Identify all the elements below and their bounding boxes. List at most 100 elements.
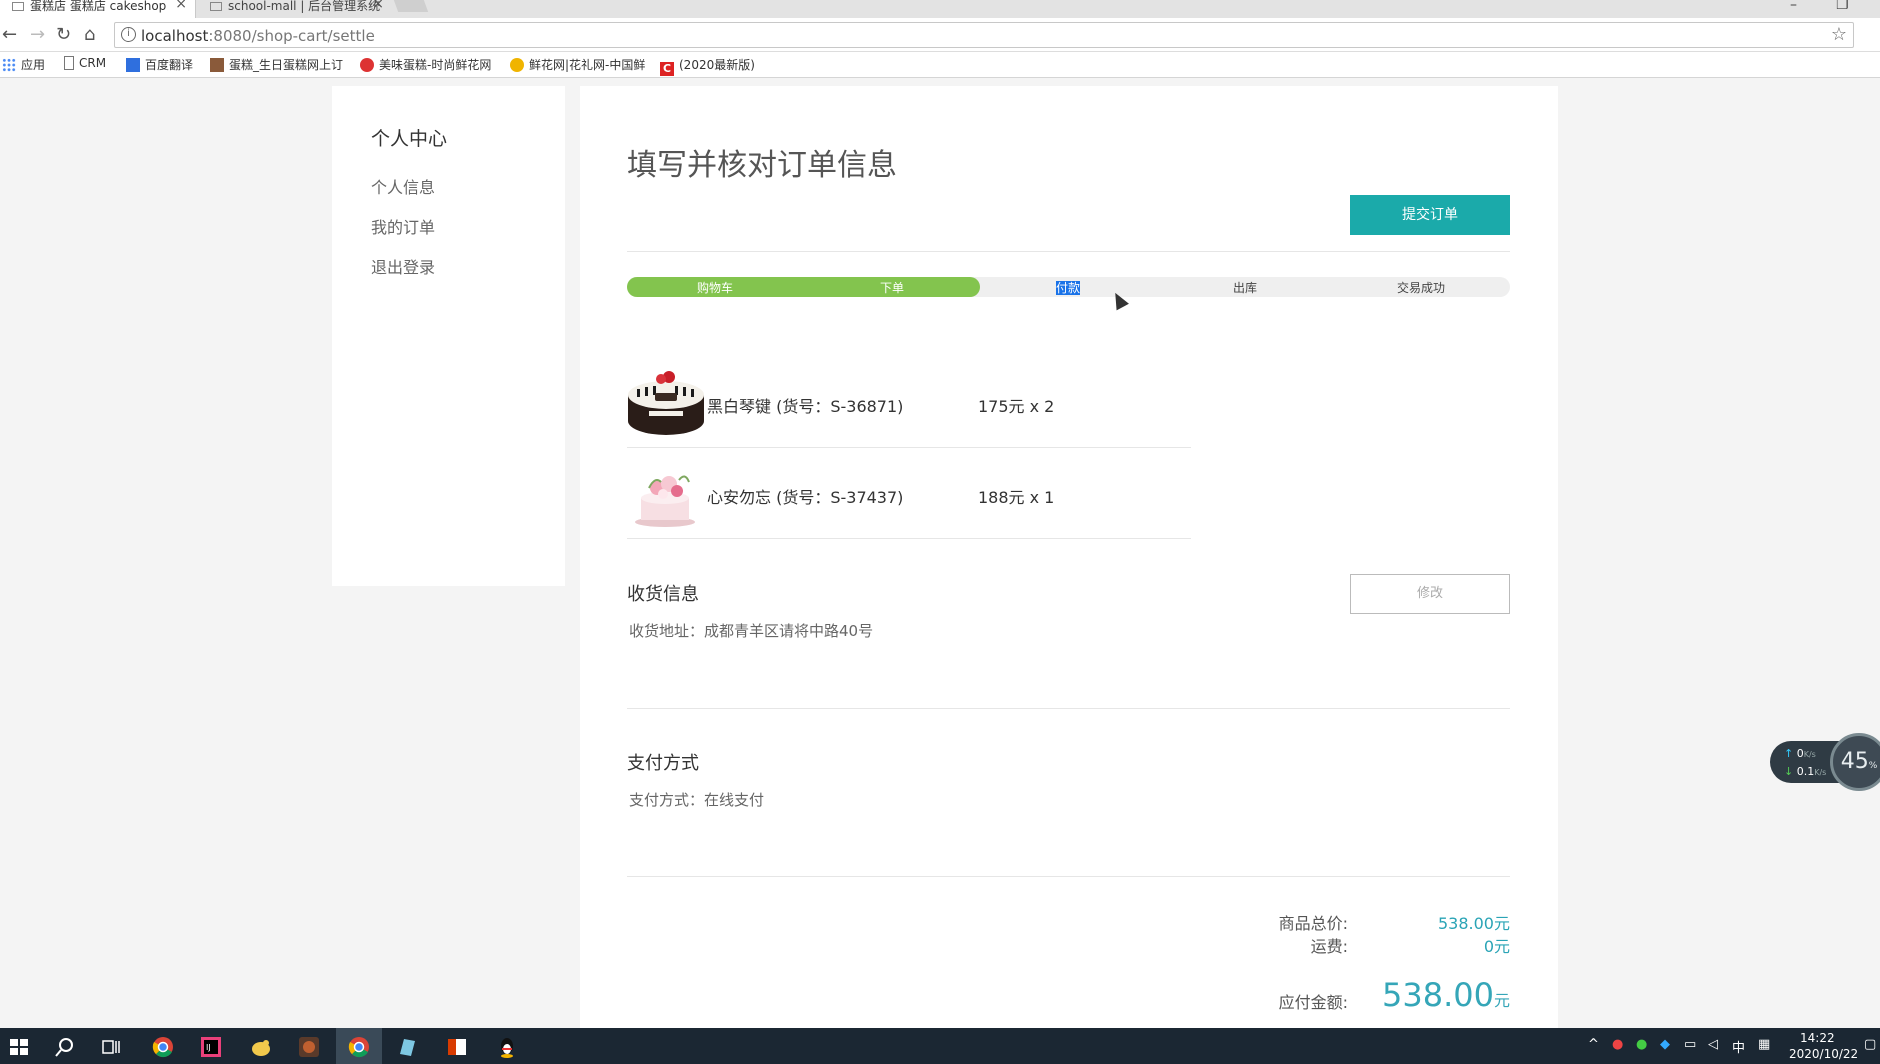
item-price-qty: 188元 x 1 xyxy=(978,488,1055,507)
divider xyxy=(627,708,1510,709)
shipping-fee-label: 运费: xyxy=(1310,937,1348,956)
keyboard-tray-icon[interactable]: ▦ xyxy=(1758,1037,1770,1052)
divider xyxy=(627,876,1510,877)
svg-text:IJ: IJ xyxy=(206,1043,211,1052)
bookmark-flower-cake[interactable]: 美味蛋糕-时尚鲜花网 xyxy=(360,56,491,73)
new-tab-button[interactable] xyxy=(393,0,429,12)
step-order: 下单 xyxy=(879,281,904,295)
sidebar-item-logout[interactable]: 退出登录 xyxy=(371,254,435,278)
bookmark-cake[interactable]: 蛋糕_生日蛋糕网上订 xyxy=(210,56,343,73)
url-input[interactable]: i localhost:8080/shop-cart/settle ☆ xyxy=(114,22,1854,48)
browser-tab[interactable]: school-mall | 后台管理系统 × xyxy=(198,0,392,18)
payment-method: 支付方式：在线支付 xyxy=(629,789,764,810)
shipping-address-label: 收货地址： xyxy=(629,622,705,640)
tab-title: school-mall | 后台管理系统 xyxy=(228,0,381,13)
minimize-icon[interactable]: – xyxy=(1790,0,1797,13)
bookmark-apps[interactable]: 应用 xyxy=(2,56,45,73)
order-item-row: 心安勿忘 (货号：S-37437) 188元 x 1 xyxy=(627,448,1191,539)
flower-cake-image xyxy=(635,475,695,527)
browser-tab-active[interactable]: 蛋糕店 蛋糕店 cakeshop × xyxy=(0,0,196,18)
order-item-row: 黑白琴键 (货号：S-36871) 175元 x 2 xyxy=(627,357,1191,448)
bookmarks-bar: 应用 CRM 百度翻译 蛋糕_生日蛋糕网上订 美味蛋糕-时尚鲜花网 鲜花网|花礼… xyxy=(0,52,1880,78)
game-app-icon[interactable] xyxy=(298,1036,320,1058)
url-host: localhost xyxy=(141,27,209,45)
translate-icon xyxy=(126,58,140,72)
sidebar-item-profile[interactable]: 个人信息 xyxy=(371,174,435,198)
wechat-tray-icon[interactable]: ● xyxy=(1636,1037,1647,1052)
home-icon[interactable]: ⌂ xyxy=(84,24,95,45)
info-icon[interactable]: i xyxy=(121,27,136,42)
subtotal-value: 538.00元 xyxy=(1438,914,1510,933)
shipping-fee-value: 0元 xyxy=(1483,937,1510,956)
close-tab-icon[interactable]: × xyxy=(372,0,384,11)
payment-method-value: 在线支付 xyxy=(704,791,765,809)
file-explorer-icon[interactable] xyxy=(250,1036,272,1058)
user-center-sidebar: 个人中心 个人信息 我的订单 退出登录 xyxy=(332,86,565,586)
office-icon[interactable] xyxy=(446,1036,468,1058)
total-amount-unit: 元 xyxy=(1493,991,1510,1010)
restore-icon[interactable]: ❐ xyxy=(1836,0,1849,13)
bookmark-2020[interactable]: C (2020最新版) xyxy=(660,56,755,76)
apps-grid-icon xyxy=(2,58,16,72)
task-view-icon[interactable] xyxy=(100,1036,122,1058)
bookmark-star-icon[interactable]: ☆ xyxy=(1831,24,1847,45)
subtotal-label: 商品总价: xyxy=(1278,914,1348,933)
chrome-icon[interactable] xyxy=(152,1036,174,1058)
payment-method-label: 支付方式： xyxy=(629,791,705,809)
intellij-icon[interactable]: IJ xyxy=(200,1036,222,1058)
volume-tray-icon[interactable]: ◁ xyxy=(1708,1037,1718,1052)
tab-title: 蛋糕店 蛋糕店 cakeshop xyxy=(30,0,167,13)
item-name[interactable]: 黑白琴键 (货号：S-36871) xyxy=(707,393,903,417)
reload-icon[interactable]: ↻ xyxy=(56,24,71,45)
payment-section-title: 支付方式 xyxy=(627,753,699,774)
qq-icon[interactable] xyxy=(496,1036,518,1058)
bookmark-crm[interactable]: CRM xyxy=(64,56,106,70)
qq-tray-icon[interactable]: ● xyxy=(1612,1037,1623,1052)
step-payment: 付款 xyxy=(1008,279,1128,296)
clock-time[interactable]: 14:22 xyxy=(1800,1031,1835,1045)
ime-indicator[interactable]: 中 xyxy=(1732,1037,1745,1056)
sidebar-item-orders[interactable]: 我的订单 xyxy=(371,214,435,238)
security-tray-icon[interactable]: ◆ xyxy=(1660,1037,1670,1052)
page-icon xyxy=(64,56,74,70)
modify-address-button[interactable]: 修改 xyxy=(1350,574,1510,614)
forward-icon[interactable]: → xyxy=(30,24,45,45)
bookmark-flower-net[interactable]: 鲜花网|花礼网-中国鲜 xyxy=(510,56,645,73)
search-icon[interactable] xyxy=(54,1036,76,1058)
shipping-address: 收货地址：成都青羊区请将中路40号 xyxy=(629,620,873,641)
clock-date[interactable]: 2020/10/22 xyxy=(1789,1047,1858,1061)
piano-cake-image xyxy=(628,371,704,435)
page-title: 填写并核对订单信息 xyxy=(627,148,897,183)
shipping-address-value: 成都青羊区请将中路40号 xyxy=(704,622,874,640)
chrome-icon xyxy=(348,1037,369,1058)
sidebar-title: 个人中心 xyxy=(371,128,448,150)
notification-icon[interactable]: ▢ xyxy=(1864,1037,1876,1052)
cake-site-icon xyxy=(210,58,224,72)
page-icon xyxy=(12,2,24,11)
step-shipping: 出库 xyxy=(1232,281,1257,295)
upload-arrow-icon: ↑ xyxy=(1784,747,1794,760)
total-amount: 538.00元 xyxy=(1310,976,1510,1014)
item-name[interactable]: 心安勿忘 (货号：S-37437) xyxy=(707,484,903,508)
notepad-icon[interactable] xyxy=(396,1036,418,1058)
network-tray-icon[interactable]: ▭ xyxy=(1684,1037,1696,1052)
close-tab-icon[interactable]: × xyxy=(175,0,187,11)
windows-start-icon[interactable] xyxy=(8,1036,30,1058)
memory-usage-gauge[interactable]: 45% xyxy=(1830,733,1880,791)
page-icon xyxy=(210,2,222,11)
total-amount-value: 538.00 xyxy=(1382,976,1494,1014)
step-cart: 购物车 xyxy=(696,281,733,295)
network-speed-widget[interactable]: ↑ 0K/s ↓ 0.1K/s 45% xyxy=(1770,733,1880,791)
back-icon[interactable]: ← xyxy=(2,24,17,45)
step-payment-label: 付款 xyxy=(1055,281,1080,295)
order-settle-panel: 填写并核对订单信息 提交订单 购物车 下单 付款 出库 交易成功 黑白琴键 (货… xyxy=(580,86,1558,1040)
flower-icon xyxy=(510,58,524,72)
windows-taskbar: IJ ^ ● ● ◆ ▭ ◁ 中 ▦ 14:22 2020/10/22 ▢ xyxy=(0,1028,1880,1064)
tray-expand-icon[interactable]: ^ xyxy=(1588,1037,1599,1052)
step-complete: 交易成功 xyxy=(1396,281,1445,295)
submit-order-button[interactable]: 提交订单 xyxy=(1350,195,1510,235)
address-bar: ← → ↻ ⌂ i localhost:8080/shop-cart/settl… xyxy=(0,18,1880,52)
taskbar-active-app[interactable] xyxy=(336,1028,382,1064)
url-path: :8080/shop-cart/settle xyxy=(208,27,375,45)
bookmark-baidu-translate[interactable]: 百度翻译 xyxy=(126,56,193,73)
